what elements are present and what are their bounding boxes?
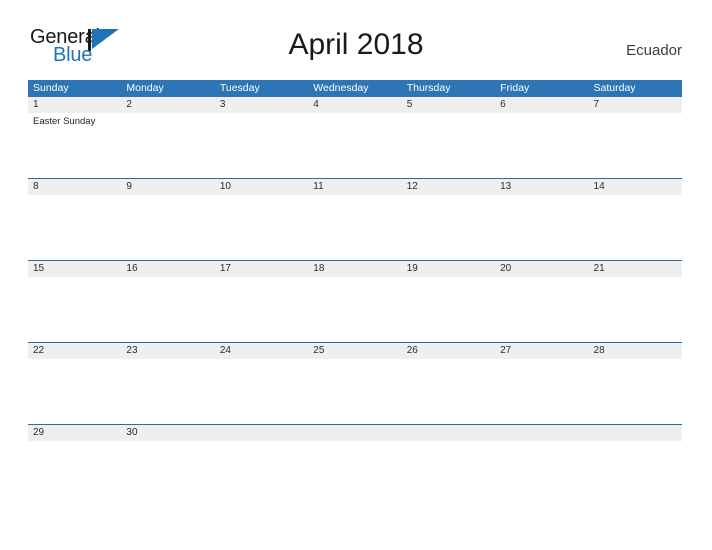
calendar-date-cell[interactable]: 10	[215, 179, 308, 195]
calendar-week-row: 8 9 10 11 12 13 14	[28, 178, 682, 260]
calendar-date-cell[interactable]: 2	[121, 97, 214, 113]
calendar-day-cell[interactable]	[215, 277, 308, 342]
calendar-date-cell[interactable]: 14	[589, 179, 682, 195]
calendar-date-cell-empty	[308, 425, 401, 441]
weekday-header-cell: Friday	[500, 82, 530, 94]
weekday-header-cell: Wednesday	[313, 82, 369, 94]
calendar-day-cell[interactable]	[28, 277, 121, 342]
calendar-date-cell[interactable]: 29	[28, 425, 121, 441]
weekday-header-cell: Thursday	[406, 82, 451, 94]
calendar-date-cell[interactable]: 19	[402, 261, 495, 277]
calendar-day-cell[interactable]	[215, 113, 308, 178]
calendar-weeks: 1 2 3 4 5 6 7 Easter Sunday 8 9 10 11 12 13 14 15 16 17 18…	[28, 97, 682, 441]
calendar-date-cell[interactable]: 6	[495, 97, 588, 113]
calendar-day-cell[interactable]	[121, 113, 214, 178]
calendar-date-cell[interactable]: 11	[308, 179, 401, 195]
calendar-day-cell[interactable]	[121, 277, 214, 342]
calendar-day-cell[interactable]	[589, 113, 682, 178]
calendar-date-cell[interactable]: 23	[121, 343, 214, 359]
page-title: April 2018	[288, 28, 424, 61]
calendar-day-cell[interactable]	[589, 277, 682, 342]
calendar-date-strip: 29 30	[28, 425, 682, 441]
weekday-header-cell: Monday	[126, 82, 164, 94]
weekday-header-cell: Sunday	[33, 82, 69, 94]
calendar-day-cell[interactable]	[402, 195, 495, 260]
calendar-date-cell[interactable]: 17	[215, 261, 308, 277]
calendar-date-cell[interactable]: 7	[589, 97, 682, 113]
calendar-date-strip: 22 23 24 25 26 27 28	[28, 343, 682, 359]
calendar-event-strip	[28, 359, 682, 424]
calendar-date-cell[interactable]: 16	[121, 261, 214, 277]
calendar-day-cell[interactable]	[215, 195, 308, 260]
calendar-date-cell[interactable]: 15	[28, 261, 121, 277]
calendar-day-cell[interactable]	[28, 359, 121, 424]
calendar-date-cell[interactable]: 1	[28, 97, 121, 113]
calendar-date-cell[interactable]: 22	[28, 343, 121, 359]
calendar-week-row: 15 16 17 18 19 20 21	[28, 260, 682, 342]
calendar-date-strip: 8 9 10 11 12 13 14	[28, 179, 682, 195]
calendar-date-cell[interactable]: 8	[28, 179, 121, 195]
weekday-header-cell: Saturday	[593, 82, 636, 94]
calendar-date-cell-empty	[402, 425, 495, 441]
calendar-date-cell[interactable]: 30	[121, 425, 214, 441]
country-label: Ecuador	[626, 42, 682, 59]
calendar-date-cell[interactable]: 24	[215, 343, 308, 359]
calendar-date-cell-empty	[589, 425, 682, 441]
calendar-date-cell[interactable]: 26	[402, 343, 495, 359]
calendar-day-cell[interactable]	[589, 195, 682, 260]
calendar-date-cell[interactable]: 12	[402, 179, 495, 195]
calendar-date-cell[interactable]: 21	[589, 261, 682, 277]
calendar-date-cell[interactable]: 27	[495, 343, 588, 359]
calendar-event-strip: Easter Sunday	[28, 113, 682, 178]
calendar-event-strip	[28, 195, 682, 260]
calendar-date-cell[interactable]: 18	[308, 261, 401, 277]
calendar-day-cell[interactable]	[402, 359, 495, 424]
calendar-day-cell[interactable]	[589, 359, 682, 424]
calendar-day-cell[interactable]	[495, 113, 588, 178]
calendar-grid: Sunday Monday Tuesday Wednesday Thursday Frid…	[28, 80, 682, 441]
calendar-weekday-header: Sunday Monday Tuesday Wednesday Thursday Frid…	[28, 80, 682, 97]
calendar-day-cell[interactable]	[121, 195, 214, 260]
calendar-date-cell[interactable]: 25	[308, 343, 401, 359]
calendar-day-cell[interactable]	[308, 277, 401, 342]
calendar-event-strip	[28, 277, 682, 342]
calendar-day-cell[interactable]: Easter Sunday	[28, 113, 121, 178]
page-header: General Blue April 2018 Ecuador	[0, 0, 712, 65]
calendar-day-cell[interactable]	[28, 195, 121, 260]
calendar-date-cell[interactable]: 13	[495, 179, 588, 195]
calendar-week-row: 1 2 3 4 5 6 7 Easter Sunday	[28, 97, 682, 178]
calendar-date-cell-empty	[495, 425, 588, 441]
calendar-day-cell[interactable]	[121, 359, 214, 424]
calendar-day-cell[interactable]	[308, 195, 401, 260]
calendar-date-cell[interactable]: 9	[121, 179, 214, 195]
calendar-week-row: 22 23 24 25 26 27 28	[28, 342, 682, 424]
calendar-date-cell[interactable]: 4	[308, 97, 401, 113]
calendar-date-cell[interactable]: 28	[589, 343, 682, 359]
calendar-day-cell[interactable]	[402, 277, 495, 342]
calendar-date-cell-empty	[215, 425, 308, 441]
calendar-date-strip: 15 16 17 18 19 20 21	[28, 261, 682, 277]
calendar-day-cell[interactable]	[308, 113, 401, 178]
calendar-day-cell[interactable]	[402, 113, 495, 178]
calendar-day-cell[interactable]	[495, 195, 588, 260]
calendar-date-cell[interactable]: 5	[402, 97, 495, 113]
calendar-day-cell[interactable]	[495, 277, 588, 342]
calendar-date-cell[interactable]: 3	[215, 97, 308, 113]
calendar-date-strip: 1234567	[28, 97, 682, 113]
calendar-day-cell[interactable]	[308, 359, 401, 424]
calendar-day-cell[interactable]	[215, 359, 308, 424]
weekday-header-cell: Tuesday	[219, 82, 260, 94]
calendar-date-cell[interactable]: 20	[495, 261, 588, 277]
calendar-week-row: 29 30	[28, 424, 682, 441]
calendar-event-label: Easter Sunday	[33, 116, 96, 127]
calendar-day-cell[interactable]	[495, 359, 588, 424]
